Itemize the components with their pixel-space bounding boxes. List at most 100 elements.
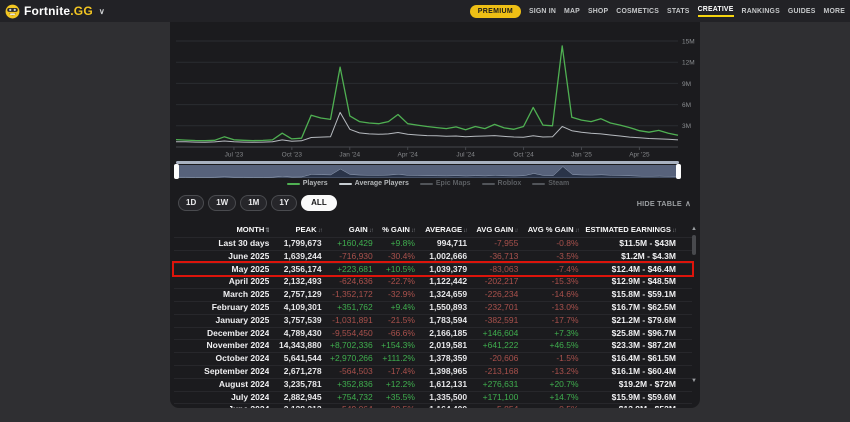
earnings-cell: $1.2M - $4.3M bbox=[579, 251, 676, 263]
site-title: Fortnite.GG bbox=[24, 4, 93, 18]
column-header-avg-gain[interactable]: AVG GAIN↓↑ bbox=[467, 222, 518, 237]
column-header-month[interactable]: MONTH⇅ bbox=[176, 222, 269, 237]
table-row-september-2024[interactable]: September 20242,671,278-564,503-17.4%1,3… bbox=[174, 365, 692, 378]
avg-gain-cell: +171,100 bbox=[467, 392, 518, 404]
x-axis-tick-label: Jan '24 bbox=[339, 152, 360, 159]
avg-gain-pct-cell: -13.2% bbox=[518, 366, 578, 378]
nav-item-cosmetics[interactable]: COSMETICS bbox=[616, 8, 659, 15]
gain-cell: -549,064 bbox=[322, 404, 373, 408]
earnings-cell: $23.3M - $87.2M bbox=[579, 340, 676, 352]
legend-item-steam[interactable]: Steam bbox=[532, 180, 569, 187]
nav-item-more[interactable]: MORE bbox=[824, 8, 845, 15]
chart-legend: Players Average Players Epic Maps Roblox Ste… bbox=[170, 180, 686, 187]
range-button-1y[interactable]: 1Y bbox=[271, 195, 297, 211]
gain-cell: +223,681 bbox=[322, 264, 373, 276]
peak-cell: 2,671,278 bbox=[269, 366, 321, 378]
table-scroll-down-icon[interactable]: ▼ bbox=[691, 378, 697, 384]
nav-item-rankings[interactable]: RANKINGS bbox=[742, 8, 780, 15]
gain-pct-cell: +35.5% bbox=[373, 392, 415, 404]
gain-pct-cell: +9.4% bbox=[373, 302, 415, 314]
peak-cell: 2,356,174 bbox=[269, 264, 321, 276]
average-cell: 994,711 bbox=[415, 238, 467, 250]
legend-item-epic-maps[interactable]: Epic Maps bbox=[420, 180, 471, 187]
avg-gain-cell: -20,606 bbox=[467, 353, 518, 365]
earnings-cell: $15.9M - $59.6M bbox=[579, 392, 676, 404]
table-row-november-2024[interactable]: November 202414,343,880+8,702,336+154.3%… bbox=[174, 339, 692, 352]
column-header-average[interactable]: AVERAGE↓↑ bbox=[415, 222, 467, 237]
table-scroll-up-icon[interactable]: ▲ bbox=[691, 226, 697, 232]
navigator-handle-right[interactable] bbox=[676, 164, 681, 179]
chart-range-navigator[interactable] bbox=[176, 161, 679, 179]
range-button-1m[interactable]: 1M bbox=[240, 195, 267, 211]
table-row-june-2025[interactable]: June 20251,639,244-716,930-30.4%1,002,66… bbox=[174, 250, 692, 263]
gain-pct-cell: -66.6% bbox=[373, 328, 415, 340]
gain-pct-cell: +12.2% bbox=[373, 379, 415, 391]
table-header-row: MONTH⇅PEAK↓↑GAIN↓↑% GAIN↓↑AVERAGE↓↑AVG G… bbox=[174, 222, 692, 237]
table-row-april-2025[interactable]: April 20252,132,493-624,636-22.7%1,122,4… bbox=[174, 275, 692, 288]
range-button-1d[interactable]: 1D bbox=[178, 195, 204, 211]
legend-item-average-players[interactable]: Average Players bbox=[339, 180, 409, 187]
table-row-february-2025[interactable]: February 20254,109,301+351,762+9.4%1,550… bbox=[174, 301, 692, 314]
earnings-cell: $19.2M - $72M bbox=[579, 379, 676, 391]
month-cell: April 2025 bbox=[176, 276, 269, 288]
range-button-1w[interactable]: 1W bbox=[208, 195, 236, 211]
avg-gain-cell: +641,222 bbox=[467, 340, 518, 352]
x-axis-tick-label: Apr '25 bbox=[629, 152, 650, 159]
main-nav: SIGN IN MAP SHOP COSMETICS STATS CREATIVE RANK… bbox=[529, 6, 845, 17]
gain-cell: -1,352,172 bbox=[322, 289, 373, 301]
nav-item-map[interactable]: MAP bbox=[564, 8, 580, 15]
table-row-august-2024[interactable]: August 20243,235,781+352,836+12.2%1,612,… bbox=[174, 378, 692, 391]
navigator-track[interactable] bbox=[176, 161, 679, 164]
gain-pct-cell: +111.2% bbox=[373, 353, 415, 365]
legend-item-roblox[interactable]: Roblox bbox=[482, 180, 522, 187]
sort-icon: ↓↑ bbox=[672, 228, 676, 234]
month-cell: January 2025 bbox=[176, 315, 269, 327]
table-row-may-2025[interactable]: May 20252,356,174+223,681+10.5%1,039,379… bbox=[174, 263, 692, 276]
peak-cell: 2,132,493 bbox=[269, 276, 321, 288]
table-row-january-2025[interactable]: January 20253,757,539-1,031,891-21.5%1,7… bbox=[174, 314, 692, 327]
average-cell: 1,783,594 bbox=[415, 315, 467, 327]
table-row-last-30-days[interactable]: Last 30 days1,799,673+160,429+9.8%994,71… bbox=[174, 237, 692, 250]
column-header-peak[interactable]: PEAK↓↑ bbox=[269, 222, 321, 237]
legend-item-players[interactable]: Players bbox=[287, 180, 328, 187]
peak-cell: 2,882,945 bbox=[269, 392, 321, 404]
navigator-area bbox=[176, 167, 679, 178]
nav-item-creative[interactable]: CREATIVE bbox=[698, 6, 734, 17]
navigator-mini-chart bbox=[176, 165, 679, 178]
table-row-october-2024[interactable]: October 20245,641,544+2,970,266+111.2%1,… bbox=[174, 352, 692, 365]
site-logo[interactable]: Fortnite.GG ∨ bbox=[5, 4, 105, 19]
avg-gain-pct-cell: +14.7% bbox=[518, 392, 578, 404]
avg-gain-pct-cell: -0.8% bbox=[518, 238, 578, 250]
premium-button[interactable]: PREMIUM bbox=[470, 5, 521, 18]
column-header--gain[interactable]: % GAIN↓↑ bbox=[373, 222, 415, 237]
column-header-gain[interactable]: GAIN↓↑ bbox=[322, 222, 373, 237]
table-row-july-2024[interactable]: July 20242,882,945+754,732+35.5%1,335,50… bbox=[174, 391, 692, 404]
gain-pct-cell: -22.7% bbox=[373, 276, 415, 288]
nav-item-sign-in[interactable]: SIGN IN bbox=[529, 8, 556, 15]
gain-cell: +8,702,336 bbox=[322, 340, 373, 352]
table-row-june-2024[interactable]: June 20242,128,213-549,064-20.5%1,164,40… bbox=[174, 403, 692, 408]
avg-gain-pct-cell: +46.5% bbox=[518, 340, 578, 352]
nav-item-stats[interactable]: STATS bbox=[667, 8, 690, 15]
table-row-march-2025[interactable]: March 20252,757,129-1,352,172-32.9%1,324… bbox=[174, 288, 692, 301]
y-axis-tick-label: 15M bbox=[682, 38, 695, 45]
hide-table-button[interactable]: HIDE TABLE ∧ bbox=[637, 199, 691, 208]
column-header-avg-gain[interactable]: AVG % GAIN↓↑ bbox=[518, 222, 578, 237]
navigator-band[interactable] bbox=[176, 165, 679, 178]
navigator-handle-left[interactable] bbox=[174, 164, 179, 179]
avg-gain-pct-cell: +7.3% bbox=[518, 328, 578, 340]
y-axis-tick-label: 9M bbox=[682, 81, 691, 88]
nav-item-guides[interactable]: GUIDES bbox=[788, 8, 816, 15]
average-cell: 1,612,131 bbox=[415, 379, 467, 391]
average-cell: 1,335,500 bbox=[415, 392, 467, 404]
legend-label: Players bbox=[303, 180, 328, 187]
range-button-all[interactable]: ALL bbox=[301, 195, 337, 211]
y-axis-tick-label: 12M bbox=[682, 60, 695, 67]
table-scrollbar-thumb[interactable] bbox=[692, 235, 696, 255]
avg-gain-cell: -83,063 bbox=[467, 264, 518, 276]
avg-gain-pct-cell: -13.0% bbox=[518, 302, 578, 314]
table-row-december-2024[interactable]: December 20244,789,430-9,554,450-66.6%2,… bbox=[174, 327, 692, 340]
column-header-estimated-earnings[interactable]: ESTIMATED EARNINGS↓↑ bbox=[579, 222, 676, 237]
gain-cell: -716,930 bbox=[322, 251, 373, 263]
nav-item-shop[interactable]: SHOP bbox=[588, 8, 608, 15]
